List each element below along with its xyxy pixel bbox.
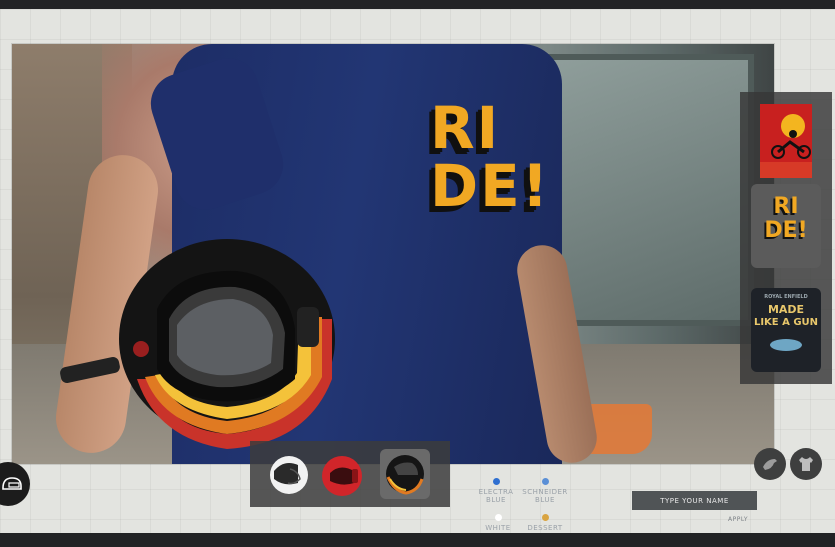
helmet-option-black-stripe[interactable]	[380, 449, 430, 499]
tshirt-toggle-button[interactable]	[790, 448, 822, 480]
top-bar	[0, 0, 835, 9]
design-toggle-button[interactable]	[754, 448, 786, 480]
product-preview-photo: RI DE!	[12, 44, 774, 464]
design-thumb-made-like-a-gun[interactable]: ROYAL ENFIELD MADE LIKE A GUN	[751, 288, 821, 372]
color-option-schneider-blue[interactable]: SCHNEIDER BLUE	[518, 478, 572, 504]
color-dot	[492, 478, 500, 485]
color-dot	[541, 514, 549, 521]
helmet-option-white[interactable]	[264, 449, 314, 499]
name-input[interactable]	[632, 491, 757, 510]
color-label-1: SCHNEIDER	[522, 488, 568, 496]
helmet-picker	[250, 441, 450, 507]
bird-icon	[763, 459, 777, 470]
color-label-1: ELECTRA	[478, 488, 514, 496]
color-option-white[interactable]: WHITE	[476, 514, 520, 532]
design-thumb-rider[interactable]	[751, 102, 821, 186]
color-dot	[541, 478, 549, 485]
black-helmet-icon	[386, 455, 424, 495]
color-label-2: BLUE	[486, 496, 506, 504]
bullet-icon	[770, 339, 802, 351]
shirt-print-ride: RI DE!	[430, 99, 550, 269]
color-label-1: DESSERT	[527, 524, 563, 532]
ride-thumb-line1: RI	[773, 194, 799, 219]
color-label-1: WHITE	[485, 524, 511, 532]
helmet-option-red[interactable]	[318, 449, 368, 499]
color-option-dessert[interactable]: DESSERT	[520, 514, 570, 532]
design-selector-panel: RI DE! ROYAL ENFIELD MADE LIKE A GUN	[740, 92, 832, 384]
color-label-2: BLUE	[535, 496, 555, 504]
tshirt-icon	[799, 457, 813, 471]
ride-thumb-line2: DE!	[764, 218, 808, 243]
mlg-thumb-line1: MADE	[767, 303, 805, 316]
helmet-image	[119, 239, 335, 449]
mlg-thumb-line2: LIKE A GUN	[753, 317, 819, 328]
color-option-electra-blue[interactable]: ELECTRA BLUE	[474, 478, 518, 504]
rider-sunset-icon	[760, 104, 812, 178]
mlg-thumb-top: ROYAL ENFIELD	[764, 294, 808, 300]
apply-button[interactable]: APPLY	[728, 516, 748, 523]
color-dot	[494, 514, 502, 521]
shirt-print-line2: DE!	[430, 152, 551, 220]
bottom-bar	[0, 533, 835, 547]
shirt-print-line1: RI	[430, 94, 501, 162]
helmet-icon	[2, 477, 22, 490]
background-window	[542, 54, 754, 326]
white-helmet-icon	[270, 456, 308, 494]
design-thumb-ride[interactable]: RI DE!	[751, 184, 821, 268]
red-helmet-icon	[322, 456, 362, 496]
